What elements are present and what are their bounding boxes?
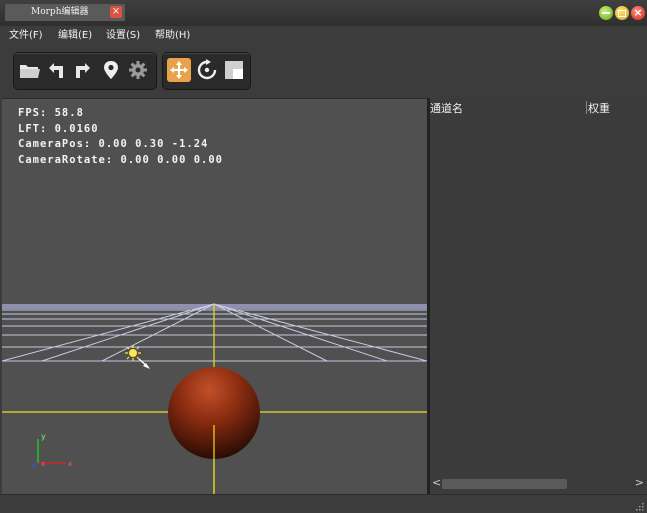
menu-edit[interactable]: 编辑(E) [58,28,92,44]
svg-text:y: y [41,432,46,441]
gear-icon[interactable] [127,59,149,81]
column-weight[interactable]: 权重 [588,100,610,116]
editor-tab[interactable]: Morph编辑器 × [5,4,125,21]
file-edit-toolbar [13,52,157,90]
svg-text:x: x [68,460,72,468]
menu-settings[interactable]: 设置(S) [106,28,140,44]
editor-tab-title: Morph编辑器 [31,7,89,17]
scale-icon[interactable] [223,59,245,81]
maximize-icon [618,10,626,17]
minimize-icon [602,12,610,14]
undo-icon[interactable] [45,59,67,81]
horizontal-scrollbar[interactable]: < > [430,476,647,490]
scroll-left-icon[interactable]: < [432,476,441,489]
redo-icon[interactable] [72,59,94,81]
light-source-icon [125,345,150,369]
transform-toolbar [162,52,251,90]
menu-help[interactable]: 帮助(H) [155,28,190,44]
minimize-button[interactable] [599,6,613,20]
scrollbar-thumb[interactable] [442,479,567,489]
rotate-icon[interactable] [196,59,218,81]
svg-text:x: x [41,460,45,468]
scroll-right-icon[interactable]: > [635,476,644,489]
column-separator[interactable] [586,101,587,114]
move-icon[interactable] [167,58,191,82]
channel-panel: 通道名 权重 < > [430,98,647,493]
menu-bar: 文件(F) 编辑(E) 设置(S) 帮助(H) [0,26,647,46]
title-bar: Morph编辑器 × × [0,0,647,27]
scene-viewport[interactable]: FPS: 58.8 LFT: 0.0160 CameraPos: 0.00 0.… [2,98,427,494]
location-pin-icon[interactable] [100,59,122,81]
tab-close-icon[interactable]: × [110,6,122,18]
axis-gizmo: y x x [31,432,72,468]
resize-grip-icon[interactable] [635,502,644,511]
status-bar [0,494,647,513]
close-button[interactable]: × [631,6,645,20]
maximize-button[interactable] [615,6,629,20]
folder-icon[interactable] [18,59,40,81]
column-channel-name[interactable]: 通道名 [430,100,463,116]
scene-canvas: y x x [2,303,427,494]
menu-file[interactable]: 文件(F) [9,28,43,44]
